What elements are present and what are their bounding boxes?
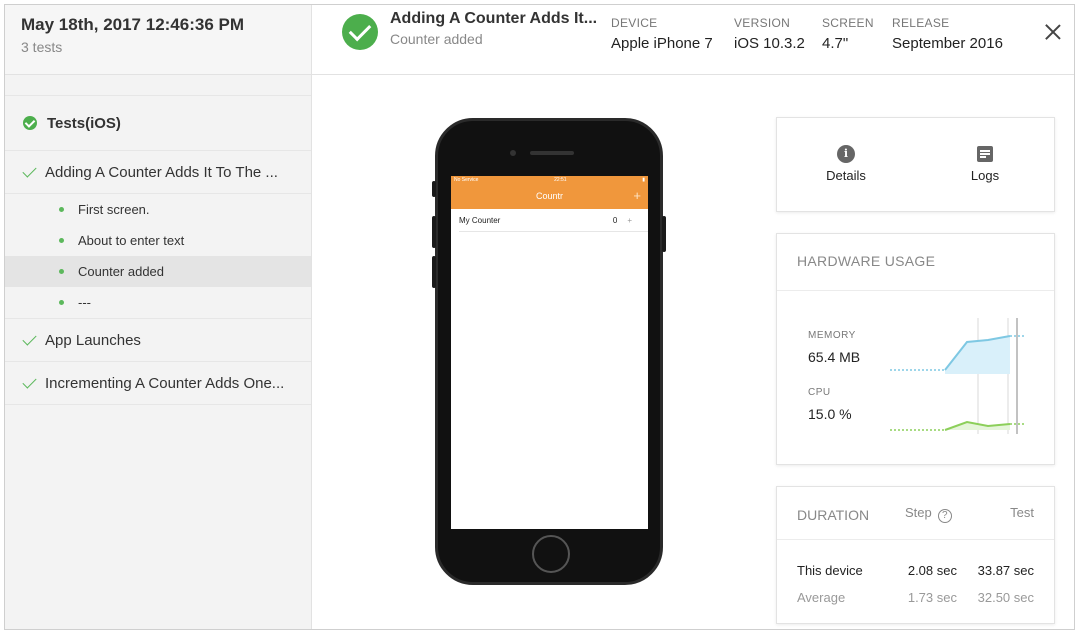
release-meta: RELEASE September 2016 bbox=[892, 16, 1003, 52]
divider bbox=[777, 539, 1054, 540]
add-icon: + bbox=[633, 188, 641, 203]
hardware-title: HARDWARE USAGE bbox=[797, 253, 936, 269]
meta-key: SCREEN bbox=[822, 16, 874, 30]
memory-value: 65.4 MB bbox=[808, 349, 861, 365]
counter-row: My Counter 0 + bbox=[459, 209, 648, 232]
bullet-icon bbox=[59, 207, 64, 212]
sidebar: May 18th, 2017 12:46:36 PM 3 tests Tests… bbox=[5, 5, 312, 629]
bullet-icon bbox=[59, 238, 64, 243]
carrier-text: No Service bbox=[454, 177, 479, 183]
logs-label: Logs bbox=[970, 168, 1000, 183]
step-label: About to enter text bbox=[78, 233, 185, 248]
usage-sparklines bbox=[890, 318, 1025, 434]
step-item[interactable]: First screen. bbox=[5, 194, 311, 225]
passed-check-icon bbox=[342, 14, 378, 50]
duration-title: DURATION bbox=[797, 507, 870, 523]
step-item[interactable]: About to enter text bbox=[5, 225, 311, 256]
actions-card: i Details Logs bbox=[776, 117, 1055, 212]
detail-header: Adding A Counter Adds It... Counter adde… bbox=[312, 5, 1074, 75]
volume-up-button bbox=[432, 216, 436, 248]
average-label: Average bbox=[797, 590, 846, 605]
version-meta: VERSION iOS 10.3.2 bbox=[734, 16, 805, 52]
screen-meta: SCREEN 4.7" bbox=[822, 16, 874, 52]
meta-value: 4.7" bbox=[822, 35, 849, 52]
meta-key: RELEASE bbox=[892, 16, 950, 30]
counter-value: 0 bbox=[612, 215, 618, 225]
step-item[interactable]: --- bbox=[5, 287, 311, 318]
test-report-window: May 18th, 2017 12:46:36 PM 3 tests Tests… bbox=[4, 4, 1075, 630]
meta-value: September 2016 bbox=[892, 35, 1003, 52]
step-label: First screen. bbox=[78, 202, 150, 217]
increment-icon: + bbox=[627, 215, 632, 225]
test-row[interactable]: App Launches bbox=[5, 319, 311, 362]
test-label: Adding A Counter Adds It To The ... bbox=[45, 163, 278, 181]
battery-icon: ▮ bbox=[642, 177, 645, 183]
this-device-test: 33.87 sec bbox=[977, 563, 1034, 578]
memory-label: MEMORY bbox=[808, 330, 856, 341]
this-device-step: 2.08 sec bbox=[907, 563, 957, 578]
clock-text: 22:51 bbox=[554, 177, 567, 183]
check-icon bbox=[23, 379, 35, 387]
close-icon[interactable] bbox=[1042, 21, 1064, 43]
home-button bbox=[532, 535, 570, 573]
volume-down-button bbox=[432, 256, 436, 288]
meta-key: VERSION bbox=[734, 16, 791, 30]
check-icon bbox=[23, 168, 35, 176]
duration-card: DURATION Step? Test This device 2.08 sec… bbox=[776, 486, 1055, 624]
average-step: 1.73 sec bbox=[907, 590, 957, 605]
bullet-icon bbox=[59, 269, 64, 274]
test-label: App Launches bbox=[45, 331, 141, 349]
front-camera bbox=[510, 150, 516, 156]
this-device-label: This device bbox=[797, 563, 863, 578]
check-icon bbox=[23, 336, 35, 344]
earpiece-speaker bbox=[530, 151, 574, 155]
test-row[interactable]: Incrementing A Counter Adds One... bbox=[5, 362, 311, 405]
app-title: Countr bbox=[535, 191, 563, 201]
suite-label: Tests(iOS) bbox=[47, 114, 121, 132]
test-tree: Tests(iOS) Adding A Counter Adds It To T… bbox=[5, 95, 311, 405]
divider bbox=[777, 290, 1054, 291]
test-title: Adding A Counter Adds It... bbox=[390, 10, 598, 27]
step-subtitle: Counter added bbox=[390, 31, 483, 47]
meta-value: Apple iPhone 7 bbox=[611, 35, 713, 52]
mute-switch bbox=[432, 181, 436, 197]
meta-value: iOS 10.3.2 bbox=[734, 35, 805, 52]
test-count: 3 tests bbox=[21, 39, 63, 55]
step-header-label: Step bbox=[905, 505, 932, 520]
details-label: Details bbox=[826, 168, 866, 183]
info-icon: i bbox=[837, 145, 855, 163]
test-label: Incrementing A Counter Adds One... bbox=[45, 374, 285, 392]
logs-button[interactable]: Logs bbox=[945, 145, 1025, 183]
meta-key: DEVICE bbox=[611, 16, 658, 30]
logs-icon bbox=[977, 146, 993, 162]
device-screenshot: No Service 22:51 ▮ Countr + My Counter 0… bbox=[432, 118, 666, 585]
cpu-label: CPU bbox=[808, 387, 831, 398]
power-button bbox=[662, 216, 666, 252]
step-label: --- bbox=[78, 295, 91, 310]
hardware-usage-card: HARDWARE USAGE MEMORY 65.4 MB CPU 15.0 % bbox=[776, 233, 1055, 465]
average-test: 32.50 sec bbox=[977, 590, 1034, 605]
app-screen: No Service 22:51 ▮ Countr + My Counter 0… bbox=[451, 176, 648, 529]
run-summary: May 18th, 2017 12:46:36 PM 3 tests bbox=[5, 5, 311, 75]
step-item-selected[interactable]: Counter added bbox=[5, 256, 311, 287]
step-label: Counter added bbox=[78, 264, 165, 279]
run-date: May 18th, 2017 12:46:36 PM bbox=[21, 15, 245, 34]
step-column-header: Step? bbox=[905, 505, 952, 523]
cpu-value: 15.0 % bbox=[808, 406, 852, 422]
ios-status-bar: No Service 22:51 ▮ bbox=[451, 176, 648, 185]
help-icon[interactable]: ? bbox=[937, 509, 952, 523]
suite-row[interactable]: Tests(iOS) bbox=[5, 96, 311, 151]
device-meta: DEVICE Apple iPhone 7 bbox=[611, 16, 713, 52]
passed-icon bbox=[23, 116, 37, 130]
details-button[interactable]: i Details bbox=[806, 145, 886, 183]
test-row[interactable]: Adding A Counter Adds It To The ... bbox=[5, 151, 311, 194]
app-nav-bar: Countr + bbox=[451, 185, 648, 209]
test-column-header: Test bbox=[1010, 505, 1034, 520]
step-list: First screen. About to enter text Counte… bbox=[5, 194, 311, 319]
bullet-icon bbox=[59, 300, 64, 305]
counter-name: My Counter bbox=[459, 215, 501, 225]
